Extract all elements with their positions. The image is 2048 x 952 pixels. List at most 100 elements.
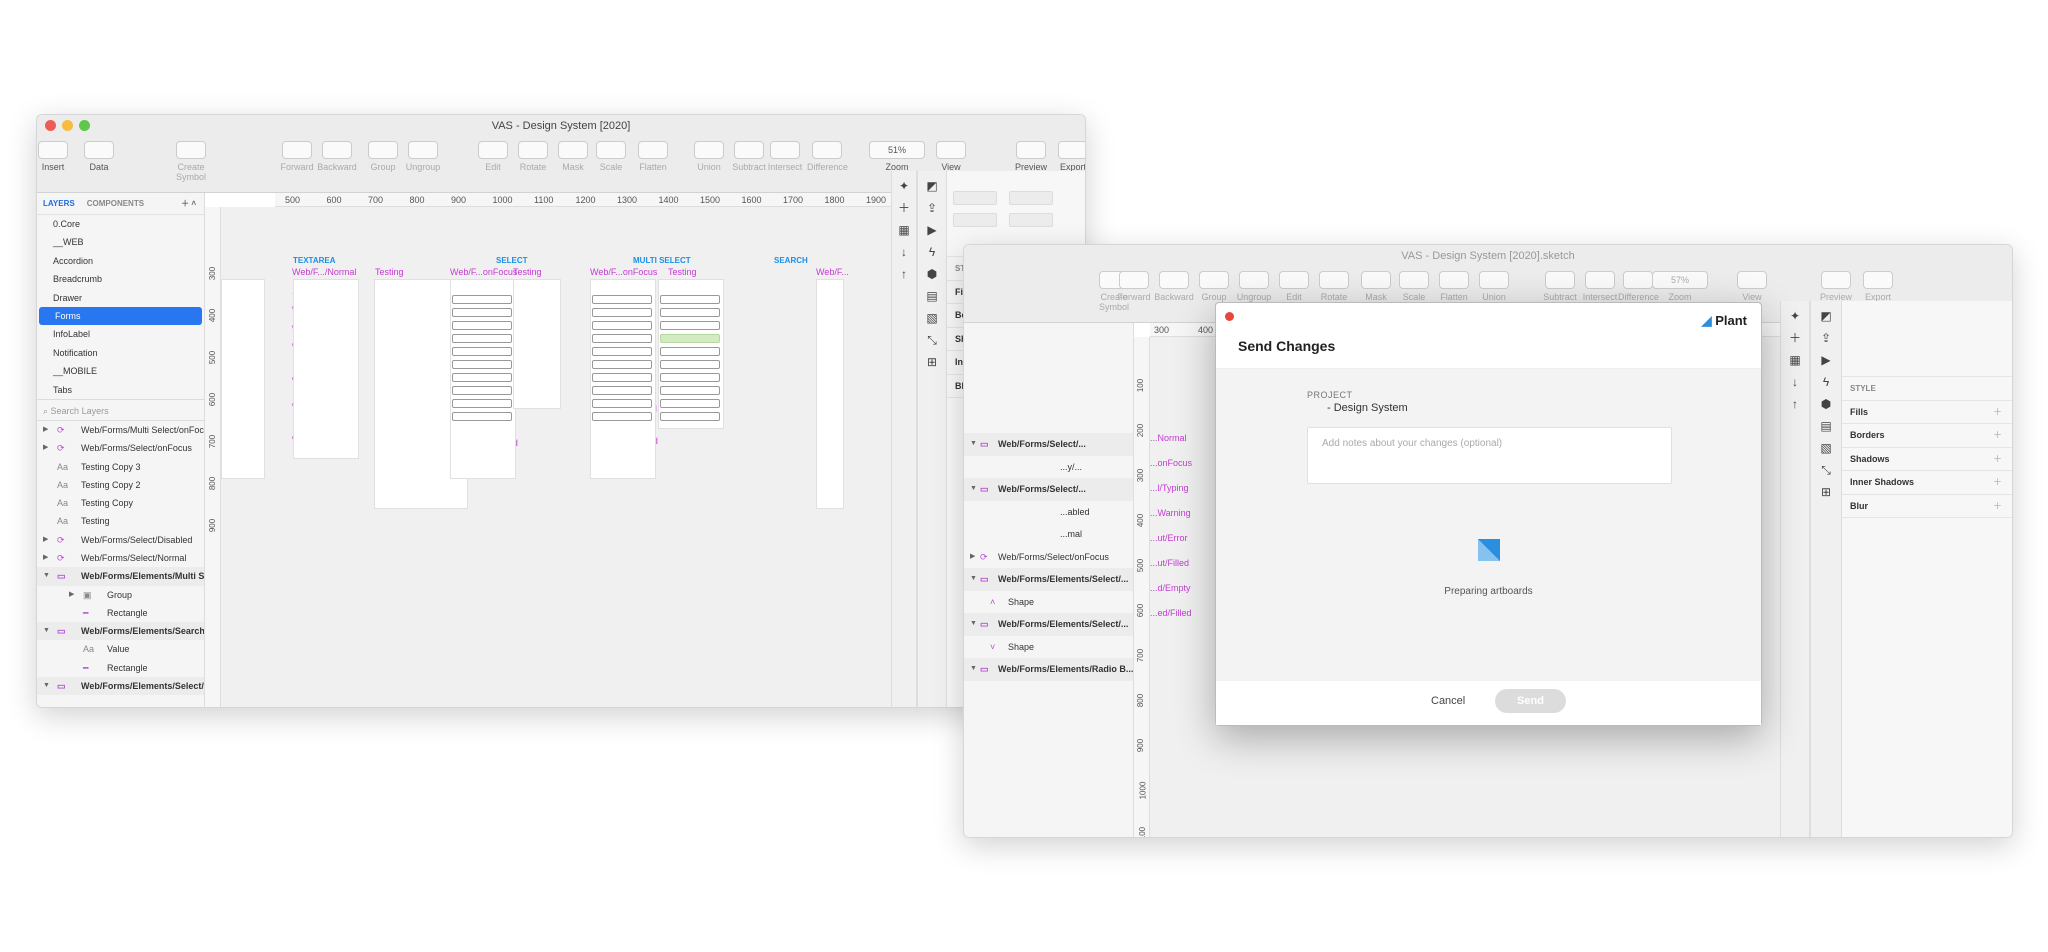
- layer-row[interactable]: ▼ ▭ Web/Forms/Select/...: [964, 478, 1133, 501]
- layer-row[interactable]: Aa Testing Copy 3: [37, 458, 204, 476]
- image-add-icon[interactable]: ⊞: [923, 355, 941, 369]
- layer-row[interactable]: ▼ ▭ Web/Forms/Elements/Select/...: [37, 677, 204, 696]
- toolbar-export[interactable]: Export: [1858, 271, 1898, 302]
- add-icon[interactable]: ＋: [895, 201, 913, 215]
- layer-row[interactable]: ▶ ⟳ Web/Forms/Select/onFocus: [37, 439, 204, 457]
- down-icon[interactable]: ↓: [1786, 375, 1804, 389]
- page-item-notification[interactable]: Notification: [37, 344, 204, 362]
- expand-arrow-icon[interactable]: ▼: [970, 433, 977, 456]
- page-item-breadcrumb[interactable]: Breadcrumb: [37, 270, 204, 288]
- toolbar-flatten[interactable]: Flatten: [633, 141, 673, 172]
- layout-icon[interactable]: ▤: [1817, 419, 1835, 433]
- toolbar-ungroup[interactable]: Ungroup: [403, 141, 443, 172]
- expand-arrow-icon[interactable]: ▼: [970, 568, 977, 591]
- add-inner-shadows-icon[interactable]: ＋: [1993, 471, 2002, 495]
- toolbar-subtract[interactable]: Subtract: [729, 141, 769, 172]
- artboard[interactable]: [293, 279, 359, 459]
- layer-row[interactable]: ▼ ▭ Web/Forms/Elements/Radio B...: [964, 658, 1133, 681]
- add-shadows-icon[interactable]: ＋: [1993, 448, 2002, 472]
- layer-row[interactable]: Aa Value: [37, 640, 204, 658]
- inspector-section-blur[interactable]: Blur ＋: [1842, 495, 2012, 518]
- play-icon[interactable]: ▶: [1817, 353, 1835, 367]
- toolbar-edit[interactable]: Edit: [1274, 271, 1314, 302]
- expand-arrow-icon[interactable]: ▶: [43, 421, 48, 439]
- toolbar-rotate[interactable]: Rotate: [513, 141, 553, 172]
- toolbar-intersect[interactable]: Intersect: [765, 141, 805, 172]
- toolbar-edit[interactable]: Edit: [473, 141, 513, 172]
- inspector-section-shadows[interactable]: Shadows ＋: [1842, 448, 2012, 472]
- down-icon[interactable]: ↓: [895, 245, 913, 259]
- layer-row[interactable]: ▼ ▭ Web/Forms/Elements/Multi S...: [37, 567, 204, 586]
- notes-input[interactable]: Add notes about your changes (optional): [1307, 427, 1672, 484]
- toolbar-view[interactable]: View: [931, 141, 971, 172]
- layer-row[interactable]: ▶ ▣ Group: [37, 586, 204, 604]
- artboard[interactable]: [221, 279, 265, 479]
- close-dot-icon[interactable]: [45, 120, 56, 131]
- image-add-icon[interactable]: ⊞: [1817, 485, 1835, 499]
- toolbar-ungroup[interactable]: Ungroup: [1234, 271, 1274, 302]
- layer-search[interactable]: ⌕ Search Layers: [37, 398, 204, 421]
- grid-icon[interactable]: ▦: [1786, 353, 1804, 367]
- add-fills-icon[interactable]: ＋: [1993, 401, 2002, 425]
- toolbar-flatten[interactable]: Flatten: [1434, 271, 1474, 302]
- toolbar-preview[interactable]: Preview: [1011, 141, 1051, 172]
- page-item-infolabel[interactable]: InfoLabel: [37, 325, 204, 343]
- resize-icon[interactable]: ⤡: [923, 333, 941, 347]
- play-icon[interactable]: ▶: [923, 223, 941, 237]
- layer-row[interactable]: ...mal: [964, 523, 1133, 546]
- up-icon[interactable]: ↑: [1786, 397, 1804, 411]
- toolbar-scale[interactable]: Scale: [1394, 271, 1434, 302]
- inspector-section-borders[interactable]: Borders ＋: [1842, 424, 2012, 448]
- upload-icon[interactable]: ⇪: [923, 201, 941, 215]
- x-field[interactable]: [953, 191, 997, 205]
- grid-icon[interactable]: ▦: [895, 223, 913, 237]
- toolbar-insert[interactable]: Insert: [37, 141, 73, 172]
- toolbar-scale[interactable]: Scale: [591, 141, 631, 172]
- add-page-icon[interactable]: ＋ ˄: [181, 198, 196, 209]
- toolbar-group[interactable]: Group: [363, 141, 403, 172]
- layer-row[interactable]: Aa Testing Copy 2: [37, 476, 204, 494]
- expand-arrow-icon[interactable]: ▶: [43, 531, 48, 549]
- layer-row[interactable]: ▶ ⟳ Web/Forms/Select/onFocus: [964, 546, 1133, 569]
- page-item-web[interactable]: __WEB: [37, 233, 204, 251]
- hex-icon[interactable]: ⬢: [923, 267, 941, 281]
- toolbar-intersect[interactable]: Intersect: [1580, 271, 1620, 302]
- page-item-tabs[interactable]: Tabs: [37, 381, 204, 399]
- plant-icon[interactable]: ◩: [923, 179, 941, 193]
- expand-arrow-icon[interactable]: ▼: [43, 622, 50, 640]
- inspector-section-inner-shadows[interactable]: Inner Shadows ＋: [1842, 471, 2012, 495]
- w-field[interactable]: [953, 213, 997, 227]
- page-item-mobile[interactable]: __MOBILE: [37, 362, 204, 380]
- toolbar-mask[interactable]: Mask: [1356, 271, 1396, 302]
- layer-row[interactable]: Aa Testing: [37, 512, 204, 530]
- canvas[interactable]: TEXTAREA SELECT MULTI SELECT SEARCH Web/F...…: [221, 207, 891, 707]
- close-dialog-icon[interactable]: [1225, 312, 1234, 321]
- expand-arrow-icon[interactable]: ▼: [43, 567, 50, 585]
- inspector-section-fills[interactable]: Fills ＋: [1842, 401, 2012, 425]
- tab-layers[interactable]: LAYERS: [43, 199, 75, 208]
- upload-icon[interactable]: ⇪: [1817, 331, 1835, 345]
- layer-row[interactable]: ▼ ▭ Web/Forms/Select/...: [964, 433, 1133, 456]
- toolbar-backward[interactable]: Backward: [1154, 271, 1194, 302]
- expand-arrow-icon[interactable]: ▼: [970, 613, 977, 636]
- bolt-icon[interactable]: ϟ: [923, 245, 941, 259]
- layer-row[interactable]: ▼ ▭ Web/Forms/Elements/Search...: [37, 622, 204, 641]
- search-input[interactable]: Search Layers: [51, 406, 109, 416]
- toolbar-backward[interactable]: Backward: [317, 141, 357, 172]
- toolbar-union[interactable]: Union: [689, 141, 729, 172]
- layer-row[interactable]: ▶ ⟳ Web/Forms/Select/Disabled: [37, 531, 204, 549]
- expand-arrow-icon[interactable]: ▶: [43, 439, 48, 457]
- bolt-icon[interactable]: ϟ: [1817, 375, 1835, 389]
- artboard[interactable]: [513, 279, 561, 409]
- layer-row[interactable]: ...abled: [964, 501, 1133, 524]
- expand-arrow-icon[interactable]: ▼: [970, 478, 977, 501]
- layer-row[interactable]: ▶ ⟳ Web/Forms/Multi Select/onFoc...: [37, 421, 204, 439]
- plugin-icon[interactable]: ✦: [1786, 309, 1804, 323]
- artboard[interactable]: [816, 279, 844, 509]
- h-field[interactable]: [1009, 213, 1053, 227]
- page-item-forms[interactable]: Forms: [39, 306, 202, 326]
- layer-row[interactable]: ▼ ▭ Web/Forms/Elements/Select/...: [964, 613, 1133, 636]
- toolbar-export[interactable]: Export: [1053, 141, 1085, 172]
- toolbar-group[interactable]: Group: [1194, 271, 1234, 302]
- layer-row[interactable]: ˄ Shape: [964, 591, 1133, 614]
